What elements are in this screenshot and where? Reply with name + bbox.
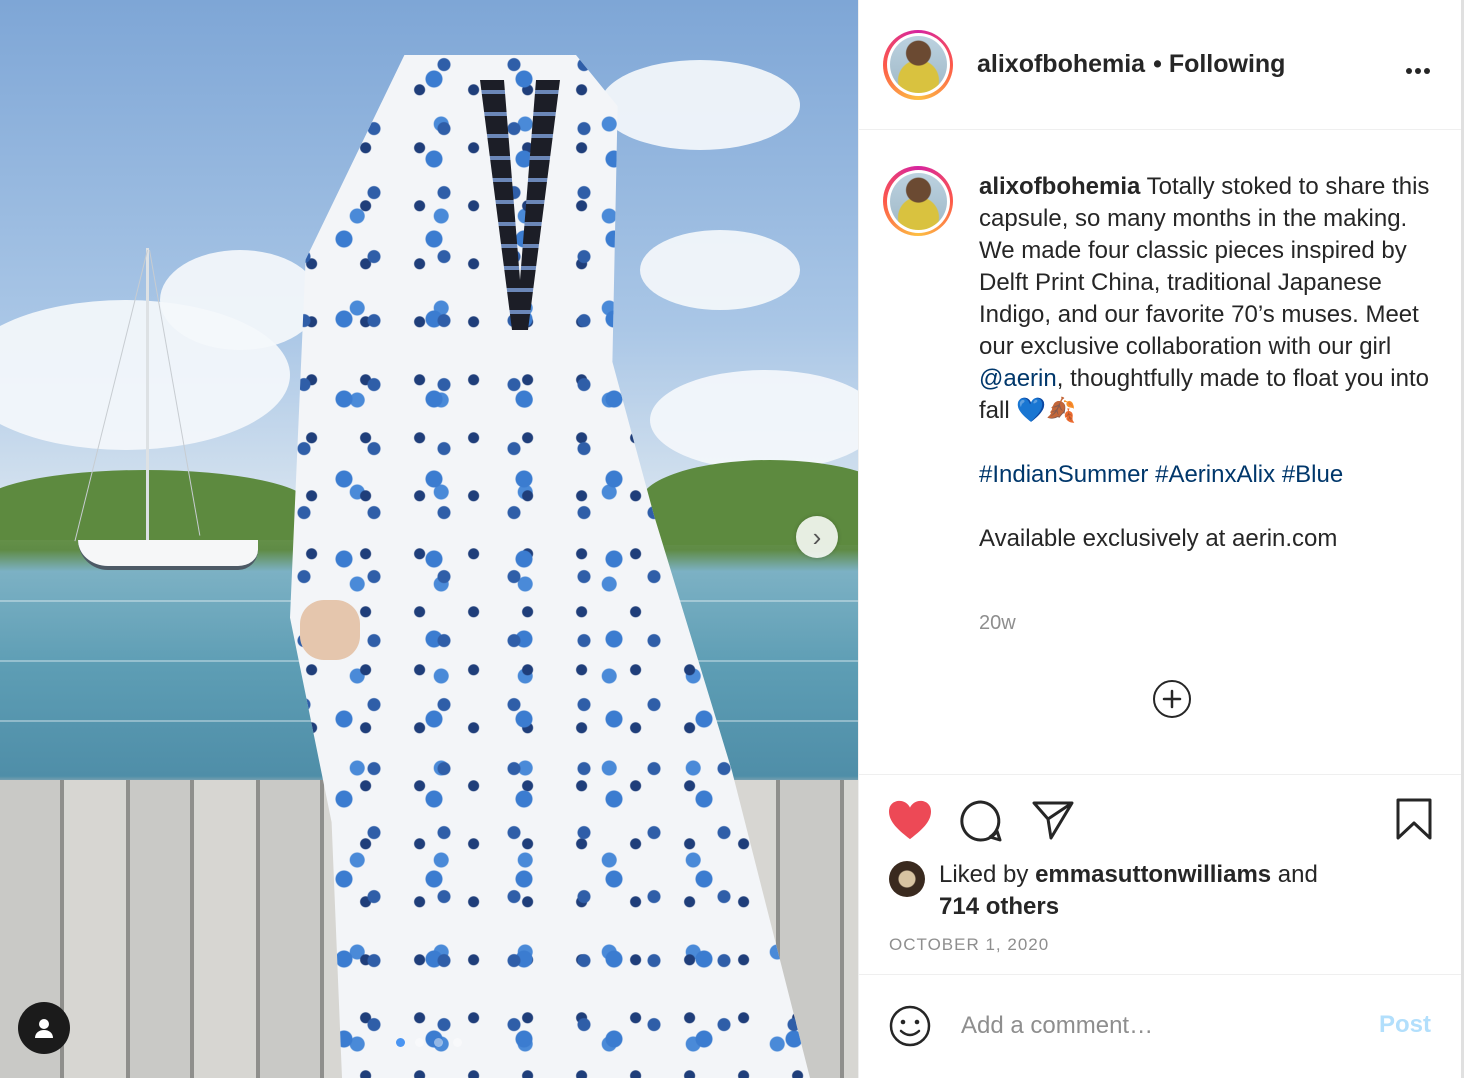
share-icon[interactable]	[1031, 799, 1075, 841]
comment-input[interactable]	[959, 1007, 1353, 1045]
more-horizontal-icon	[1406, 68, 1430, 74]
comment-composer: Post	[859, 974, 1461, 1079]
floral-dress	[290, 55, 810, 1078]
sailboat-mast	[146, 248, 149, 540]
caption-text: alixofbohemia Totally stoked to share th…	[979, 171, 1439, 555]
carousel-dot	[453, 1038, 462, 1047]
bookmark-icon[interactable]	[1395, 797, 1433, 841]
liked-by-prefix: Liked by	[939, 861, 1036, 888]
story-ring[interactable]	[883, 29, 953, 100]
liked-by-suffix: and	[1271, 861, 1318, 888]
plus-circle-icon	[1162, 689, 1182, 709]
hashtag-link[interactable]: #IndianSummer	[979, 461, 1148, 488]
next-photo-button[interactable]: ›	[796, 516, 838, 558]
comment-icon[interactable]	[959, 799, 1003, 843]
liker-avatar[interactable]	[889, 861, 925, 897]
hashtag-link[interactable]: #AerinxAlix	[1155, 461, 1275, 488]
shoreline	[0, 470, 310, 540]
cloud	[650, 370, 858, 470]
post-sidebar: alixofbohemia • Following alixofbohemia …	[858, 0, 1464, 1078]
mention-link[interactable]: @aerin	[979, 365, 1057, 392]
instagram-post: › alixofbohemia • Following alixofbohemi…	[0, 0, 1466, 1078]
more-options-button[interactable]	[1405, 50, 1431, 82]
separator-dot: •	[1153, 50, 1162, 78]
likes-others-link[interactable]: 714 others	[939, 893, 1059, 920]
post-comment-button[interactable]: Post	[1379, 1011, 1431, 1039]
carousel-dot	[415, 1038, 424, 1047]
follow-status[interactable]: • Following	[1153, 50, 1285, 79]
post-actions: Liked by emmasuttonwilliams and 714 othe…	[859, 774, 1461, 975]
avatar	[889, 36, 947, 93]
availability-text: Available exclusively at aerin.com	[979, 525, 1338, 552]
tagged-users-button[interactable]	[18, 1002, 70, 1054]
avatar-frame	[886, 33, 950, 96]
hashtags: #IndianSummer #AerinxAlix #Blue	[979, 459, 1439, 491]
hashtag-link[interactable]: #Blue	[1282, 461, 1343, 488]
avatar-frame	[886, 169, 950, 233]
liked-by-user-link[interactable]: emmasuttonwilliams	[1035, 861, 1271, 888]
heart-filled-icon[interactable]	[887, 799, 933, 841]
hand	[300, 600, 360, 660]
post-header: alixofbohemia • Following	[859, 0, 1461, 130]
action-bar	[887, 797, 1433, 845]
likes-summary: Liked by emmasuttonwilliams and 714 othe…	[889, 859, 1318, 923]
emoji-icon[interactable]	[889, 1005, 931, 1047]
sailboat	[78, 540, 258, 570]
author-username[interactable]: alixofbohemia	[977, 50, 1145, 79]
carousel-dot	[434, 1038, 443, 1047]
user-icon	[35, 1019, 53, 1038]
liked-by-text: Liked by emmasuttonwilliams and 714 othe…	[939, 859, 1318, 923]
caption-avatar-ring[interactable]	[883, 166, 953, 236]
following-label: Following	[1168, 50, 1286, 78]
carousel-indicator	[396, 1038, 462, 1047]
caption-timestamp[interactable]: 20w	[979, 612, 1016, 635]
cloud	[160, 250, 320, 350]
carousel-dot	[396, 1038, 405, 1047]
caption-text-part: Totally stoked to share this capsule, so…	[979, 173, 1430, 360]
post-photo[interactable]: ›	[0, 0, 858, 1078]
cloud	[600, 60, 800, 150]
caption-username[interactable]: alixofbohemia	[979, 173, 1140, 200]
chevron-right-icon: ›	[812, 521, 822, 552]
avatar	[889, 172, 947, 230]
load-more-comments-button[interactable]	[1153, 680, 1191, 718]
post-date[interactable]: OCTOBER 1, 2020	[889, 935, 1049, 955]
caption-body: alixofbohemia Totally stoked to share th…	[979, 171, 1439, 427]
caption-section: alixofbohemia Totally stoked to share th…	[859, 130, 1461, 774]
cloud	[640, 230, 800, 310]
